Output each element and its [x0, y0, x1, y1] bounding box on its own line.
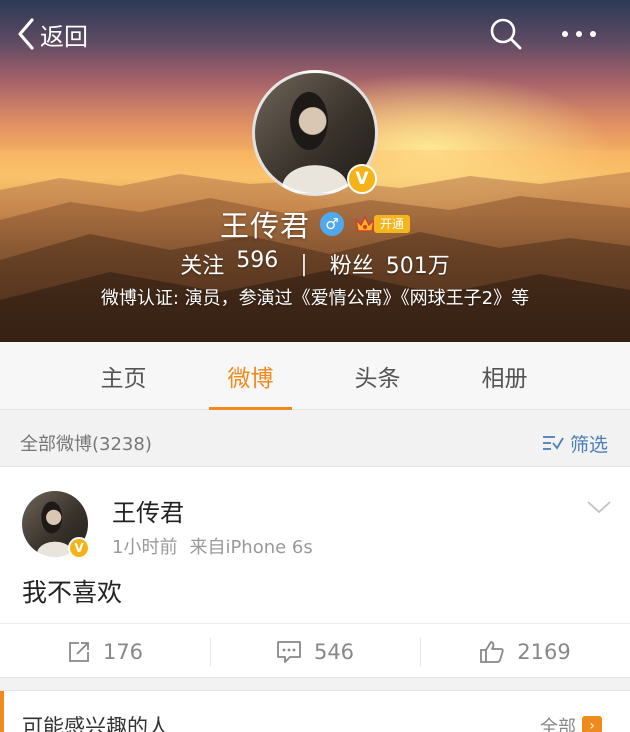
crown-icon	[354, 215, 376, 232]
post-menu-button[interactable]	[586, 497, 612, 517]
followers-count: 501万	[385, 254, 450, 279]
repost-count: 176	[102, 639, 144, 664]
like-icon	[480, 640, 504, 663]
recommended-title: 可能感兴趣的人	[22, 715, 169, 732]
back-label: 返回	[40, 22, 88, 51]
comment-button[interactable]: 546	[210, 624, 420, 679]
search-button[interactable]	[488, 16, 524, 52]
vip-button[interactable]: 开通	[354, 212, 411, 236]
stats-separator: |	[300, 251, 308, 277]
like-count: 2169	[517, 639, 571, 664]
post-author-name[interactable]: 王传君	[112, 493, 184, 528]
comment-count: 546	[313, 639, 355, 664]
post-verified-badge: V	[68, 537, 90, 559]
following-label: 关注	[180, 254, 225, 279]
recommended-users-section: 可能感兴趣的人 全部 ›	[0, 690, 630, 732]
tab-album[interactable]: 相册	[441, 342, 568, 410]
following-count: 596	[236, 248, 279, 273]
post-meta: 1小时前 来自iPhone 6s	[112, 533, 313, 559]
repost-icon	[69, 641, 89, 662]
verified-badge: V	[347, 164, 377, 194]
tab-home[interactable]: 主页	[60, 342, 187, 410]
search-icon	[490, 18, 522, 50]
post-time: 1小时前	[112, 537, 178, 558]
vip-label: 开通	[374, 215, 411, 233]
back-button[interactable]: 返回	[16, 14, 88, 54]
comment-icon	[277, 640, 301, 663]
like-button[interactable]: 2169	[420, 624, 630, 679]
post-actions: 176 546 2169	[0, 623, 630, 679]
section-accent-bar	[0, 691, 4, 732]
post-card: V 王传君 1小时前 来自iPhone 6s 我不喜欢 176 546 2169	[0, 466, 630, 678]
profile-tabs: 主页 微博 头条 相册	[0, 342, 630, 410]
chevron-right-icon: ›	[582, 716, 602, 732]
view-all-button[interactable]: 全部 ›	[540, 713, 602, 732]
filter-label: 筛选	[569, 433, 608, 456]
filter-bar: 全部微博(3238) 筛选	[0, 420, 630, 466]
profile-name-row: 王传君 ♂ 开通	[0, 204, 630, 244]
chevron-left-icon	[18, 18, 34, 50]
post-source: 来自iPhone 6s	[189, 537, 313, 558]
post-count-label: 全部微博(3238)	[20, 434, 152, 455]
gender-male-icon: ♂	[320, 212, 344, 236]
followers-label: 粉丝	[329, 254, 374, 279]
post-text: 我不喜欢	[22, 578, 123, 607]
verification-text: 微博认证: 演员，参演过《爱情公寓》《网球王子2》等	[100, 288, 530, 309]
repost-button[interactable]: 176	[0, 624, 210, 679]
tab-headlines[interactable]: 头条	[314, 342, 441, 410]
filter-icon	[542, 436, 564, 450]
stats-row: 关注 596 | 粉丝 501万	[0, 246, 630, 282]
more-icon	[562, 31, 596, 37]
chevron-down-icon	[587, 501, 611, 514]
filter-button[interactable]: 筛选	[542, 430, 608, 457]
following-stat[interactable]: 关注 596	[180, 248, 278, 280]
view-all-label: 全部	[540, 717, 576, 732]
more-button[interactable]	[558, 22, 600, 46]
profile-name: 王传君	[219, 209, 310, 243]
tab-weibo[interactable]: 微博	[187, 342, 314, 410]
followers-stat[interactable]: 粉丝 501万	[330, 248, 450, 280]
